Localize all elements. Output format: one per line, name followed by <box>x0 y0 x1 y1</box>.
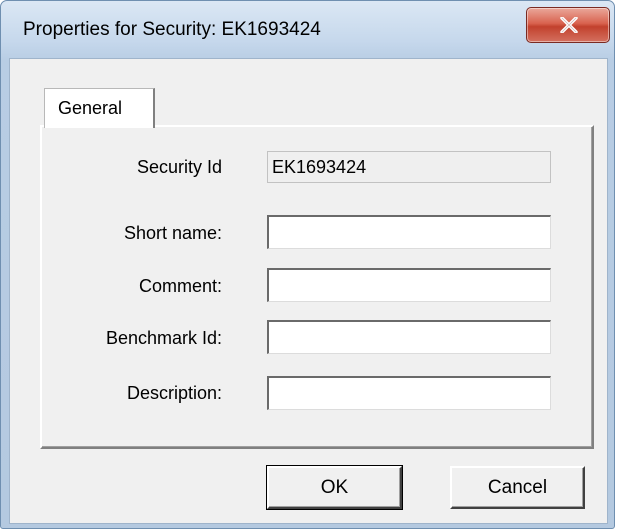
short-name-label: Short name: <box>123 223 222 243</box>
dialog-client-area: General Security Id Short name: Comment:… <box>9 58 608 524</box>
security-id-field <box>267 151 551 183</box>
general-tab-panel: Security Id Short name: Comment: Benchma… <box>40 125 594 449</box>
close-button[interactable] <box>526 7 610 43</box>
tab-general-label: General <box>58 98 123 118</box>
comment-label: Comment: <box>138 276 222 296</box>
benchmark-id-field[interactable] <box>267 320 551 354</box>
security-id-label: Security Id <box>136 157 222 177</box>
description-field[interactable] <box>267 376 551 410</box>
description-label: Description: <box>126 383 222 403</box>
window-title: Properties for Security: EK1693424 <box>23 19 321 40</box>
ok-button[interactable]: OK <box>266 465 403 510</box>
close-icon <box>560 17 578 33</box>
comment-field[interactable] <box>267 268 551 302</box>
cancel-button[interactable]: Cancel <box>450 466 585 509</box>
benchmark-id-label: Benchmark Id: <box>105 328 222 348</box>
tab-general[interactable]: General <box>44 88 155 128</box>
short-name-field[interactable] <box>267 215 551 249</box>
dialog-window: Properties for Security: EK1693424 Gener… <box>0 0 615 529</box>
